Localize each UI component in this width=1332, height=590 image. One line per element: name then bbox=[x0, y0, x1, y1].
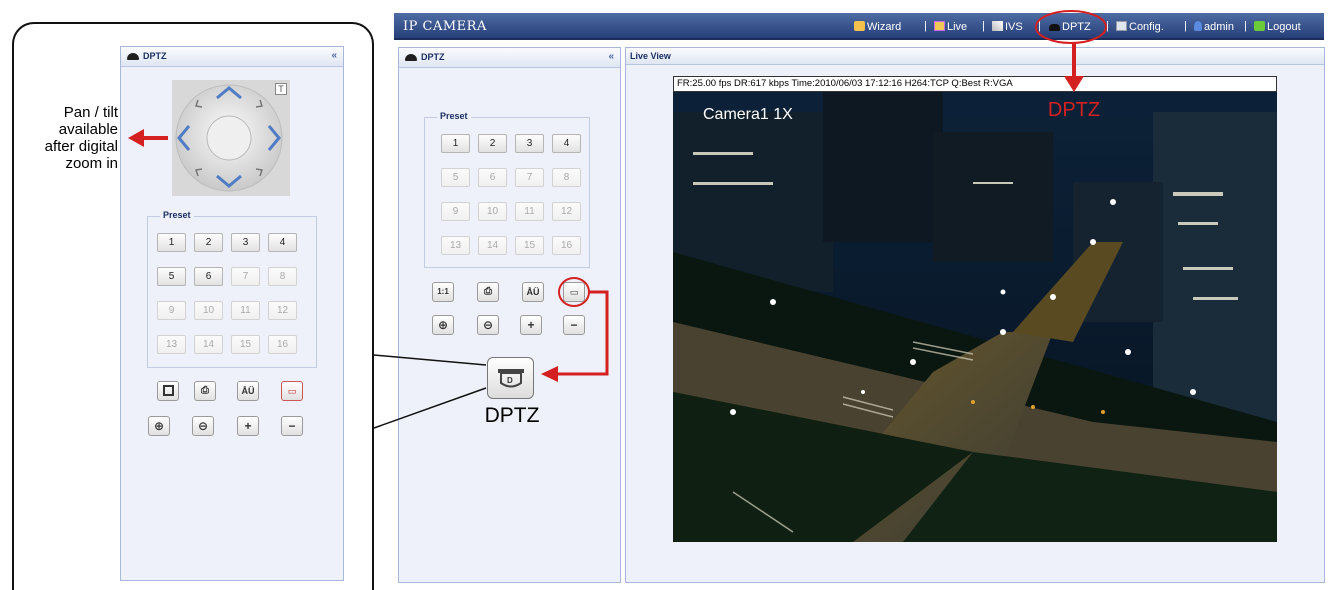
panel-preset-7[interactable]: 7 bbox=[515, 168, 544, 187]
panel-preset-12[interactable]: 12 bbox=[552, 202, 581, 221]
zoom-out-button[interactable]: ⊖ bbox=[192, 416, 214, 436]
joystick-graphic bbox=[175, 84, 283, 192]
zoomed-preset-12[interactable]: 12 bbox=[268, 301, 297, 320]
dptz-panel-title: DPTZ bbox=[143, 51, 167, 61]
snapshot-button[interactable]: ⎙ bbox=[477, 282, 499, 302]
zoomed-preset-13[interactable]: 13 bbox=[157, 335, 186, 354]
camera-icon bbox=[405, 54, 417, 61]
dptz-panel-title: DPTZ bbox=[421, 52, 445, 62]
zoom-out-button[interactable]: ⊖ bbox=[477, 315, 499, 335]
preset-label: Preset bbox=[160, 210, 194, 220]
collapse-button[interactable]: « bbox=[331, 50, 337, 62]
dptz-icon bbox=[1049, 24, 1060, 31]
zoomed-preset-11[interactable]: 11 bbox=[231, 301, 260, 320]
nav-live[interactable]: Live bbox=[934, 21, 967, 33]
plus-button[interactable]: + bbox=[520, 315, 542, 335]
zoomed-preset-6[interactable]: 6 bbox=[194, 267, 223, 286]
app-title: IP CAMERA bbox=[403, 19, 487, 34]
panel-preset-4[interactable]: 4 bbox=[552, 134, 581, 153]
zoomed-preset-4[interactable]: 4 bbox=[268, 233, 297, 252]
ivs-icon bbox=[992, 21, 1003, 31]
camera-label: Camera1 1X bbox=[703, 106, 793, 123]
stream-info-bar: FR:25.00 fps DR:617 kbps Time:2010/06/03… bbox=[673, 76, 1277, 92]
nav-logout[interactable]: Logout bbox=[1254, 21, 1301, 33]
zoomed-preset-16[interactable]: 16 bbox=[268, 335, 297, 354]
logout-icon bbox=[1254, 21, 1265, 31]
panel-preset-9[interactable]: 9 bbox=[441, 202, 470, 221]
flip-button[interactable]: ÅÜ bbox=[237, 381, 259, 401]
dptz-button-callout: DPTZ bbox=[484, 404, 540, 427]
zoomed-preset-9[interactable]: 9 bbox=[157, 301, 186, 320]
header-bar: IP CAMERA Wizard | Live | IVS | DPTZ | C… bbox=[394, 13, 1324, 40]
wizard-icon bbox=[854, 21, 865, 31]
panel-preset-5[interactable]: 5 bbox=[441, 168, 470, 187]
panel-preset-3[interactable]: 3 bbox=[515, 134, 544, 153]
panel-preset-1[interactable]: 1 bbox=[441, 134, 470, 153]
original-size-button[interactable] bbox=[157, 381, 179, 401]
minus-button[interactable]: − bbox=[281, 416, 303, 436]
plus-button[interactable]: + bbox=[237, 416, 259, 436]
t-badge[interactable]: T bbox=[275, 83, 287, 95]
minus-button[interactable]: − bbox=[563, 315, 585, 335]
zoomed-preset-15[interactable]: 15 bbox=[231, 335, 260, 354]
panel-preset-11[interactable]: 11 bbox=[515, 202, 544, 221]
pan-tilt-note: Pan / tilt available after digital zoom … bbox=[44, 104, 118, 172]
config-icon bbox=[1116, 21, 1127, 31]
pan-tilt-joystick[interactable]: T bbox=[172, 80, 290, 196]
dptz-panel-header: DPTZ « bbox=[399, 48, 620, 68]
zoom-in-button[interactable]: ⊕ bbox=[148, 416, 170, 436]
zoomed-preset-5[interactable]: 5 bbox=[157, 267, 186, 286]
zoomed-preset-2[interactable]: 2 bbox=[194, 233, 223, 252]
zoom-in-button[interactable]: ⊕ bbox=[432, 315, 454, 335]
panel-preset-14[interactable]: 14 bbox=[478, 236, 507, 255]
user-icon bbox=[1194, 21, 1202, 31]
dptz-button-zoomed[interactable]: ▭ bbox=[281, 381, 303, 401]
panel-preset-16[interactable]: 16 bbox=[552, 236, 581, 255]
zoomed-preset-1[interactable]: 1 bbox=[157, 233, 186, 252]
preset-label: Preset bbox=[437, 111, 471, 121]
nav-wizard[interactable]: Wizard bbox=[854, 21, 901, 33]
zoomed-preset-7[interactable]: 7 bbox=[231, 267, 260, 286]
dptz-button[interactable]: ▭ bbox=[563, 282, 585, 302]
panel-preset-13[interactable]: 13 bbox=[441, 236, 470, 255]
flip-button[interactable]: ÅÜ bbox=[522, 282, 544, 302]
zoomed-preset-8[interactable]: 8 bbox=[268, 267, 297, 286]
nav-config[interactable]: Config. bbox=[1116, 21, 1164, 33]
nav-dptz[interactable]: DPTZ bbox=[1049, 21, 1091, 33]
dptz-badge: D bbox=[507, 376, 513, 385]
panel-preset-8[interactable]: 8 bbox=[552, 168, 581, 187]
zoomed-preset-14[interactable]: 14 bbox=[194, 335, 223, 354]
original-size-button[interactable]: 1:1 bbox=[432, 282, 454, 302]
live-icon bbox=[934, 21, 945, 31]
dptz-top-callout: DPTZ bbox=[1047, 99, 1101, 121]
zoomed-preset-10[interactable]: 10 bbox=[194, 301, 223, 320]
collapse-button[interactable]: « bbox=[608, 51, 614, 63]
snapshot-button[interactable]: ⎙ bbox=[194, 381, 216, 401]
camera-icon bbox=[127, 53, 139, 60]
nav-admin[interactable]: admin bbox=[1194, 21, 1234, 33]
dptz-button-enlarged: D bbox=[487, 357, 534, 399]
panel-preset-10[interactable]: 10 bbox=[478, 202, 507, 221]
nav-ivs[interactable]: IVS bbox=[992, 21, 1023, 33]
panel-preset-2[interactable]: 2 bbox=[478, 134, 507, 153]
dptz-panel-header: DPTZ « bbox=[121, 47, 343, 67]
zoomed-preset-3[interactable]: 3 bbox=[231, 233, 260, 252]
video-stream[interactable]: Camera1 1X bbox=[673, 92, 1277, 542]
city-night-scene bbox=[673, 92, 1277, 542]
panel-preset-6[interactable]: 6 bbox=[478, 168, 507, 187]
panel-preset-15[interactable]: 15 bbox=[515, 236, 544, 255]
live-view-title: Live View bbox=[626, 48, 1324, 65]
